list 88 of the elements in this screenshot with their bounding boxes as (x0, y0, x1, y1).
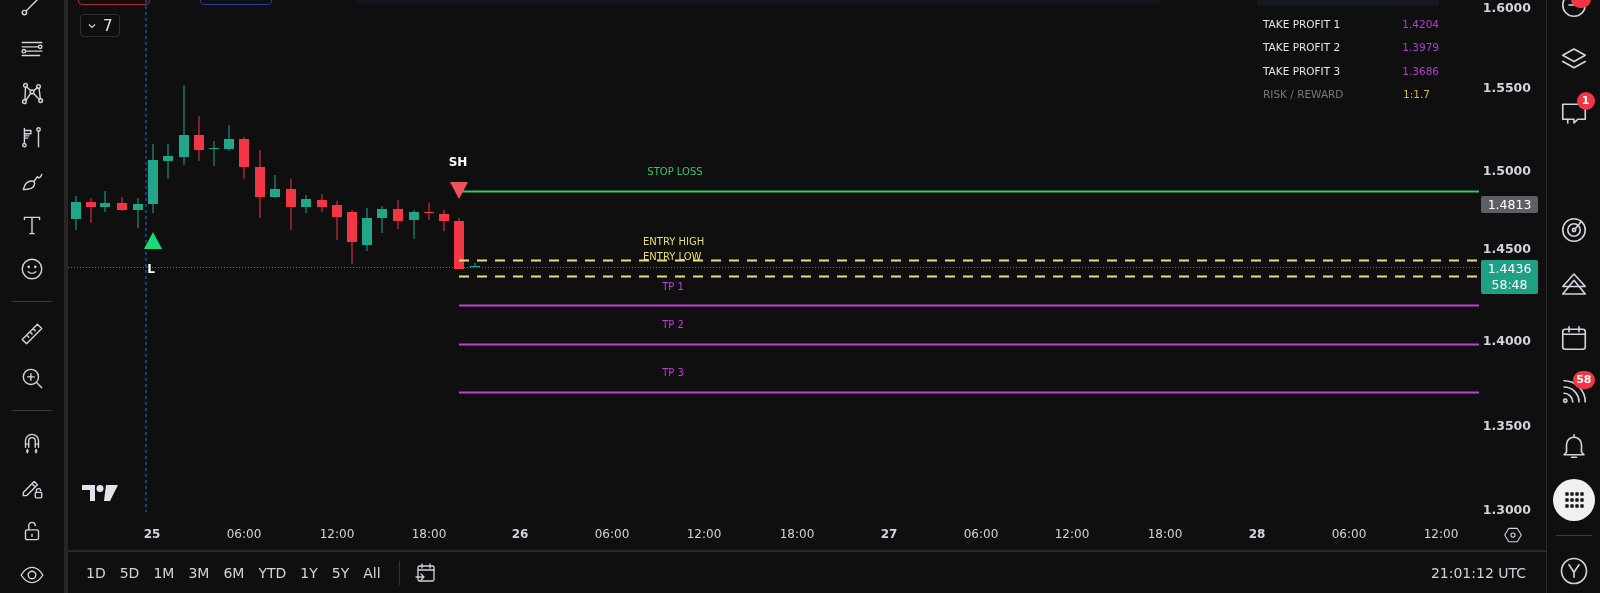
time-label: 06:00 (594, 526, 630, 542)
range-button[interactable]: 5D (115, 562, 144, 583)
table-cell-text: TAKE PROFIT 3 (1263, 64, 1342, 77)
table-cell: 1.3979 (1402, 41, 1439, 54)
time-label: 18:00 (411, 526, 447, 542)
range-button[interactable]: All (359, 562, 385, 583)
down-triangle-icon (450, 182, 468, 199)
time-label: 12:00 (1423, 526, 1459, 542)
candle (239, 136, 249, 180)
candle (470, 262, 480, 268)
table-cell-text: RISK / REWARD (1263, 88, 1345, 101)
candle (301, 194, 311, 214)
range-button[interactable]: 1D (82, 562, 110, 583)
time-label: 25 (143, 526, 161, 542)
table-cell: 1:1.7 (1403, 88, 1430, 101)
level-label: ENTRY HIGH (643, 236, 705, 248)
notification-badge: 1 (1576, 92, 1595, 110)
price-tag: 1.4436 (1481, 261, 1538, 277)
candle (224, 124, 234, 152)
apps-button[interactable] (1552, 479, 1595, 521)
candle (117, 196, 127, 212)
time-label: 06:00 (963, 526, 999, 542)
level-label: TP 2 (662, 319, 684, 331)
candle (286, 178, 296, 231)
candle (317, 193, 327, 213)
price-label: 1.3000 (1482, 502, 1531, 518)
candle (347, 209, 357, 265)
logo-icon (82, 484, 118, 502)
level-label: TP 3 (662, 367, 684, 379)
candle (393, 199, 403, 230)
pattern-icon[interactable] (19, 80, 45, 106)
table-cell: 1.4204 (1402, 17, 1439, 30)
indicators-toggle[interactable]: 7 (80, 14, 120, 37)
range-button[interactable]: 6M (219, 562, 249, 583)
price-label: 1.5000 (1482, 163, 1531, 179)
candle (424, 202, 434, 221)
time-label: 26 (511, 526, 529, 542)
candle (255, 149, 265, 219)
range-button[interactable]: 1M (149, 562, 179, 583)
price-tag: 1.4813 (1481, 196, 1538, 213)
table-cell-text: TAKE PROFIT 1 (1263, 17, 1342, 30)
range-button[interactable]: 1Y (296, 562, 322, 583)
candle (100, 190, 110, 213)
candle (194, 115, 204, 162)
price-label: 1.4500 (1482, 241, 1531, 257)
candle (209, 140, 219, 167)
candle (409, 209, 419, 240)
candle (270, 174, 280, 199)
smiley-icon[interactable] (19, 256, 45, 282)
level-label: TP 1 (662, 281, 684, 293)
time-label: 06:00 (1331, 526, 1367, 542)
time-label: 06:00 (226, 526, 262, 542)
time-label: 28 (1248, 526, 1266, 542)
table-cell-text: TAKE PROFIT 2 (1263, 41, 1342, 54)
candle (133, 197, 143, 229)
table-cell: 1.3686 (1402, 64, 1439, 77)
level-label: ENTRY LOW (643, 251, 702, 263)
price-label: 1.4000 (1482, 333, 1531, 349)
settings-icon[interactable] (1502, 525, 1523, 545)
price-label: 1.5500 (1482, 80, 1531, 96)
candle (332, 200, 342, 241)
notification-badge: 58 (1573, 371, 1595, 389)
marker-label: L (147, 261, 155, 277)
time-label: 18:00 (779, 526, 815, 542)
candle (86, 197, 96, 224)
candle (377, 205, 387, 234)
time-label: 18:00 (1147, 526, 1183, 542)
candle (454, 217, 464, 270)
time-label: 27 (880, 526, 898, 542)
range-button[interactable]: YTD (254, 562, 291, 583)
level-label: STOP LOSS (647, 166, 703, 178)
time-label: 12:00 (686, 526, 722, 542)
time-label: 12:00 (1054, 526, 1090, 542)
candle (439, 209, 449, 232)
ruler-icon[interactable] (19, 321, 45, 347)
price-label: 1.3500 (1482, 418, 1531, 434)
range-button[interactable]: 3M (184, 562, 214, 583)
clock-label: 21:01:12 UTC (1430, 564, 1526, 581)
range-button[interactable]: 5Y (327, 562, 354, 583)
candle (362, 207, 372, 252)
time-label: 12:00 (319, 526, 355, 542)
countdown-label: 58:48 (1490, 277, 1529, 293)
up-triangle-icon (144, 232, 162, 249)
candle (71, 195, 81, 231)
candle (148, 143, 158, 214)
price-label: 1.6000 (1482, 0, 1531, 16)
marker-label: SH (448, 154, 468, 170)
candle (163, 143, 173, 180)
